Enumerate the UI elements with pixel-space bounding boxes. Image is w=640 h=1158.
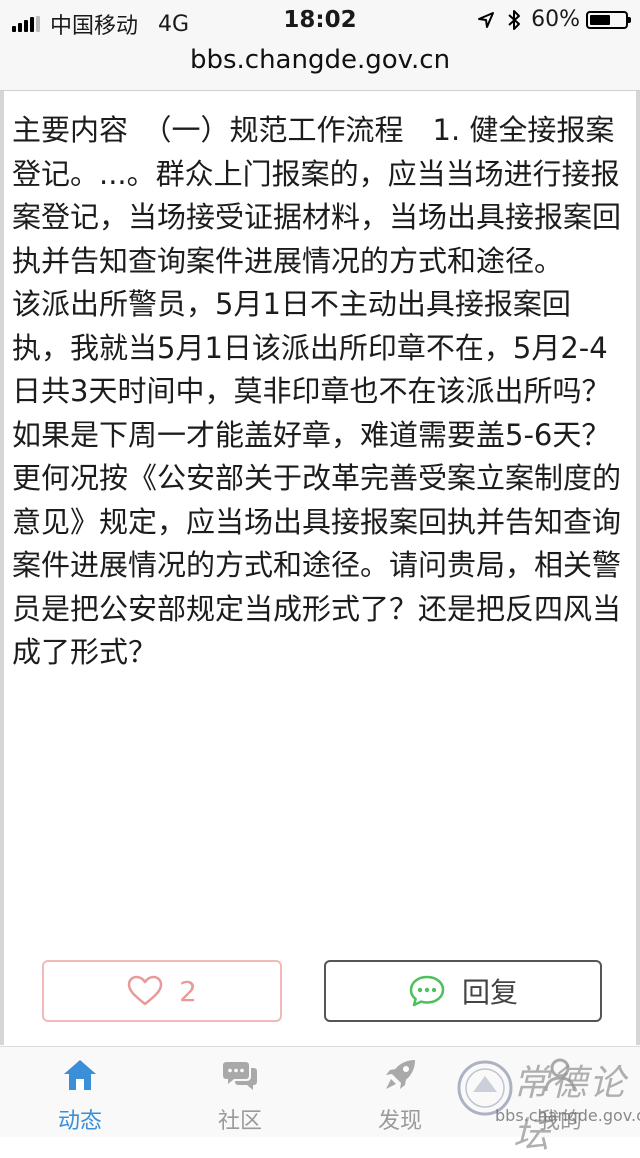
reply-button[interactable]: 回复 <box>324 960 602 1022</box>
like-count: 2 <box>179 974 197 1008</box>
status-bar: 中国移动 4G 18:02 60% <box>0 0 640 40</box>
watermark: 常德论坛 bbs.changde.gov.cn <box>455 1050 640 1156</box>
battery-percent: 60% <box>531 7 580 32</box>
post-body: 主要内容 （一）规范工作流程 1. 健全接报案登记。...。群众上门报案的，应当… <box>12 113 622 669</box>
reply-label: 回复 <box>461 976 518 1009</box>
battery-fill <box>590 14 611 25</box>
watermark-url: bbs.changde.gov.cn <box>495 1106 640 1125</box>
status-right: 60% <box>477 7 631 32</box>
rocket-icon <box>386 1060 415 1089</box>
url-text: bbs.changde.gov.cn <box>189 45 451 75</box>
post-content: 主要内容 （一）规范工作流程 1. 健全接报案登记。...。群众上门报案的，应当… <box>0 91 640 1045</box>
battery-icon <box>586 10 631 29</box>
tab-community[interactable]: 社区 <box>190 1055 290 1135</box>
home-icon <box>64 1060 96 1090</box>
like-button[interactable]: 2 <box>42 960 282 1022</box>
tab-discover[interactable]: 发现 <box>350 1055 450 1135</box>
tab-label: 动态 <box>57 1109 102 1134</box>
heart-icon <box>127 975 163 1006</box>
bluetooth-icon <box>508 9 521 30</box>
comment-icon <box>409 975 445 1007</box>
location-icon <box>478 11 495 28</box>
chat-icon <box>223 1062 257 1090</box>
tab-label: 发现 <box>377 1109 422 1134</box>
url-bar[interactable]: bbs.changde.gov.cn <box>0 40 640 91</box>
tab-dynamic[interactable]: 动态 <box>30 1055 130 1135</box>
tab-label: 社区 <box>217 1109 262 1134</box>
